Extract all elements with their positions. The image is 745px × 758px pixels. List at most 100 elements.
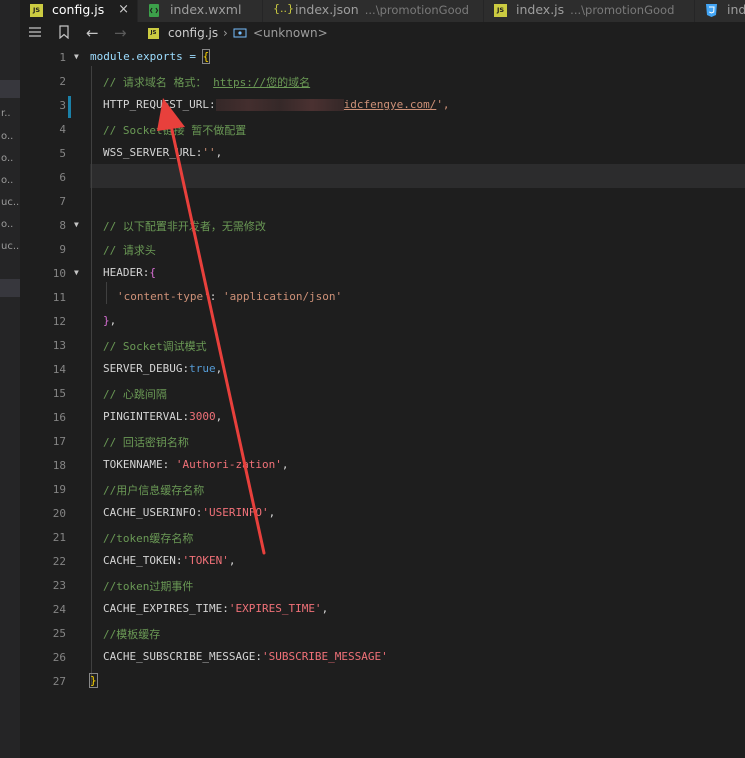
tab-label: index.wxml <box>170 2 242 17</box>
code-line: 18 TOKENNAME: 'Authori-zation', <box>20 454 745 478</box>
code-text: CACHE_EXPIRES_TIME:'EXPIRES_TIME', <box>103 602 328 615</box>
code-token: : <box>209 290 223 303</box>
code-line: 24 CACHE_EXPIRES_TIME:'EXPIRES_TIME', <box>20 598 745 622</box>
code-link[interactable]: idcfengye.com/ <box>344 98 437 111</box>
code-token: PINGINTERVAL: <box>103 410 190 423</box>
explorer-item[interactable]: uc.. <box>1 241 19 252</box>
css-icon <box>705 4 718 17</box>
code-token: CACHE_USERINFO: <box>103 506 203 519</box>
code-line: 11 'content-type': 'application/json' <box>20 286 745 310</box>
tab-index-wxml[interactable]: index.wxml <box>138 0 263 22</box>
fold-icon[interactable]: ▼ <box>74 220 79 229</box>
code-line: 19 //用户信息缓存名称 <box>20 478 745 502</box>
explorer-edge: r.. o.. o.. o.. uc.. o.. uc.. <box>0 0 21 758</box>
line-number: 2 <box>59 75 66 88</box>
code-token: , <box>109 314 117 327</box>
explorer-item[interactable]: o.. <box>1 153 13 164</box>
list-icon[interactable] <box>28 25 42 42</box>
tab-inde[interactable]: inde <box>695 0 745 22</box>
code-line: 4 // Socket链接 暂不做配置 <box>20 118 745 142</box>
fold-icon[interactable]: ▼ <box>74 52 79 61</box>
line-number: 15 <box>52 387 66 400</box>
code-line: 10 ▼ HEADER:{ <box>20 262 745 286</box>
line-number: 6 <box>59 171 66 184</box>
tab-label: inde <box>727 2 745 17</box>
line-number: 3 <box>59 99 66 112</box>
line-number: 10 <box>52 267 66 280</box>
editor-tab-bar: JS config.js × index.wxml {..} index.jso… <box>20 0 745 22</box>
code-token: 'TOKEN' <box>182 554 229 567</box>
explorer-selected-item[interactable] <box>0 80 20 98</box>
line-number: 20 <box>52 507 66 520</box>
code-text: // Socket调试模式 <box>103 338 207 354</box>
code-line: 16 PINGINTERVAL:3000, <box>20 406 745 430</box>
line-number: 25 <box>52 627 66 640</box>
code-token: CACHE_EXPIRES_TIME: <box>103 602 229 615</box>
code-line: 2 // 请求域名 格式： https://您的域名 <box>20 70 745 94</box>
tab-label-wrap: index.js ...\promotionGood <box>516 2 674 17</box>
code-line: 1 ▼ module.exports = { <box>20 46 745 70</box>
explorer-item[interactable]: r.. <box>1 108 11 119</box>
code-token: TOKENNAME: <box>103 458 176 471</box>
code-token: , <box>268 506 276 519</box>
close-icon[interactable]: × <box>118 2 129 17</box>
code-link[interactable]: https://您的域名 <box>213 76 310 89</box>
js-icon: JS <box>148 28 159 39</box>
code-token: , <box>281 458 289 471</box>
code-line: 21 //token缓存名称 <box>20 526 745 550</box>
breadcrumb-separator: › <box>223 26 228 40</box>
redacted-region <box>215 99 344 111</box>
code-token: // 请求头 <box>103 244 156 257</box>
code-line: 26 CACHE_SUBSCRIBE_MESSAGE:'SUBSCRIBE_MES… <box>20 646 745 670</box>
code-text: //token缓存名称 <box>103 530 193 546</box>
line-number: 12 <box>52 315 66 328</box>
code-text: // 心跳间隔 <box>103 386 167 402</box>
line-number: 4 <box>59 123 66 136</box>
line-number: 9 <box>59 243 66 256</box>
tab-config-js[interactable]: JS config.js × <box>20 0 138 22</box>
code-line: 6 <box>20 166 745 190</box>
tab-label: config.js <box>52 2 105 17</box>
line-number: 14 <box>52 363 66 376</box>
tab-label: index.json <box>295 2 359 17</box>
tab-label-wrap: index.json ...\promotionGood <box>295 2 469 17</box>
explorer-item[interactable]: o.. <box>1 131 13 142</box>
fold-icon[interactable]: ▼ <box>74 268 79 277</box>
code-token: , <box>215 362 223 375</box>
back-arrow-icon[interactable]: ← <box>86 24 99 42</box>
code-text: 'content-type': 'application/json' <box>117 290 342 303</box>
code-text: WSS_SERVER_URL:'', <box>103 146 222 159</box>
code-token: , <box>215 146 223 159</box>
forward-arrow-icon[interactable]: → <box>114 24 127 42</box>
tab-label: index.js <box>516 2 565 17</box>
tab-index-js[interactable]: JS index.js ...\promotionGood <box>484 0 695 22</box>
code-token: // Socket链接 暂不做配置 <box>103 124 247 137</box>
code-token: true <box>189 362 216 375</box>
code-token: 'Authori-zation' <box>175 458 282 471</box>
code-line: 7 <box>20 190 745 214</box>
tab-description: ...\promotionGood <box>570 3 675 17</box>
code-line: 8 ▼ // 以下配置非开发者，无需修改 <box>20 214 745 238</box>
explorer-item[interactable]: o.. <box>1 175 13 186</box>
code-token: CACHE_TOKEN: <box>103 554 183 567</box>
code-text: CACHE_TOKEN:'TOKEN', <box>103 554 235 567</box>
code-text: }, <box>103 314 116 327</box>
code-editor[interactable]: 1 ▼ module.exports = { 2 // 请求域名 格式： https:… <box>20 46 745 758</box>
code-text: CACHE_SUBSCRIBE_MESSAGE:'SUBSCRIBE_MESSA… <box>103 650 388 663</box>
explorer-item[interactable]: o.. <box>1 219 13 230</box>
code-text: // 请求域名 格式： https://您的域名 <box>103 74 310 90</box>
breadcrumb-symbol[interactable]: <unknown> <box>253 26 328 40</box>
bookmark-icon[interactable] <box>58 25 70 42</box>
code-token: // 心跳间隔 <box>103 388 167 401</box>
code-token: } <box>89 673 98 688</box>
explorer-item[interactable]: uc.. <box>1 197 19 208</box>
code-line: 23 //token过期事件 <box>20 574 745 598</box>
line-number: 23 <box>52 579 66 592</box>
code-line: 13 // Socket调试模式 <box>20 334 745 358</box>
code-token: // 请求域名 格式： <box>103 76 207 89</box>
breadcrumb-file[interactable]: config.js <box>168 26 218 40</box>
explorer-selected-item-2[interactable] <box>0 279 20 297</box>
code-token: CACHE_SUBSCRIBE_MESSAGE: <box>103 650 262 663</box>
tab-index-json[interactable]: {..} index.json ...\promotionGood <box>263 0 484 22</box>
code-text: CACHE_USERINFO:'USERINFO', <box>103 506 275 519</box>
